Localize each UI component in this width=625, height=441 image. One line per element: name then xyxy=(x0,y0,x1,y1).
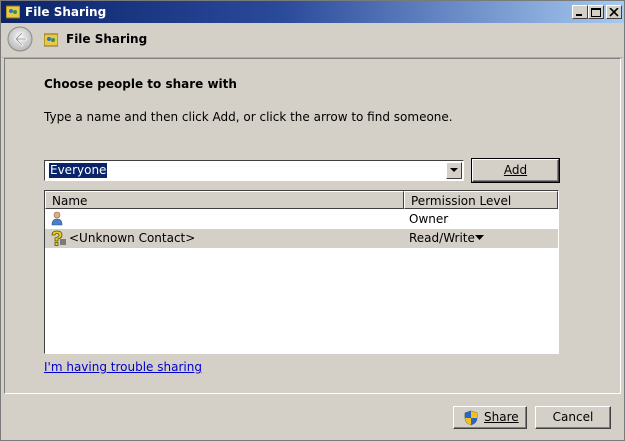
file-sharing-icon xyxy=(44,33,58,47)
row-permission[interactable]: Read/Write xyxy=(409,231,475,245)
combobox-selected-text[interactable]: Everyone xyxy=(49,163,108,178)
window-title: File Sharing xyxy=(25,5,107,19)
combobox-dropdown-button[interactable] xyxy=(446,162,462,179)
title-bar[interactable]: File Sharing xyxy=(1,1,624,23)
permission-dropdown-arrow-icon[interactable] xyxy=(475,235,484,241)
chevron-down-icon xyxy=(450,168,458,172)
share-button[interactable]: Share xyxy=(453,406,527,429)
back-arrow-icon[interactable] xyxy=(7,26,33,52)
share-button-label: Share xyxy=(484,410,519,424)
row-permission: Owner xyxy=(409,212,449,226)
navigation-bar: File Sharing xyxy=(2,23,623,58)
trouble-sharing-link[interactable]: I'm having trouble sharing xyxy=(44,360,202,374)
add-button-label: Add xyxy=(503,163,528,177)
cancel-button[interactable]: Cancel xyxy=(535,406,611,429)
file-sharing-app-icon xyxy=(6,5,20,19)
cancel-button-label: Cancel xyxy=(552,410,594,424)
minimize-icon xyxy=(576,14,582,16)
page-heading: Choose people to share with xyxy=(44,77,237,91)
add-button[interactable]: Add xyxy=(471,158,560,183)
user-icon xyxy=(51,211,63,226)
content-panel: Choose people to share with Type a name … xyxy=(4,58,621,394)
minimize-button[interactable] xyxy=(572,5,588,19)
unknown-contact-icon xyxy=(51,230,66,246)
close-icon xyxy=(609,8,619,17)
file-sharing-window: File Sharing File Sharing Choose people … xyxy=(0,0,625,441)
close-button[interactable] xyxy=(606,5,622,19)
table-row[interactable]: <Unknown Contact> Read/Write xyxy=(45,229,558,248)
row-name: <Unknown Contact> xyxy=(69,231,196,245)
maximize-button[interactable] xyxy=(588,5,604,19)
maximize-icon xyxy=(591,8,601,17)
name-combobox[interactable]: Everyone xyxy=(44,160,464,181)
sharing-list[interactable]: Name Permission Level Owner <Unknown Con… xyxy=(44,190,559,354)
list-header: Name Permission Level xyxy=(45,191,558,209)
nav-title: File Sharing xyxy=(66,32,148,46)
column-header-name[interactable]: Name xyxy=(45,191,404,209)
table-row[interactable]: Owner xyxy=(45,210,558,229)
column-header-permission[interactable]: Permission Level xyxy=(404,191,558,209)
uac-shield-icon xyxy=(464,410,478,426)
instruction-text: Type a name and then click Add, or click… xyxy=(44,110,453,124)
